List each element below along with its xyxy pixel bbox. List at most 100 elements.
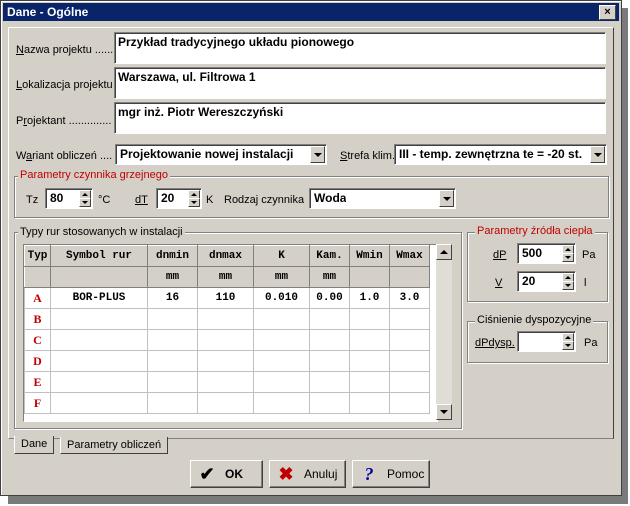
table-cell[interactable]: [197, 371, 254, 393]
row-header[interactable]: C: [24, 329, 51, 351]
nazwa-label: Nazwa projektu ......: [16, 44, 114, 56]
anuluj-label: Anuluj: [304, 467, 338, 481]
v-spinner[interactable]: 20: [517, 271, 576, 292]
table-cell[interactable]: 0.00: [309, 287, 350, 309]
table-cell[interactable]: 110: [197, 287, 254, 309]
rodzaj-select[interactable]: Woda: [309, 188, 456, 209]
table-cell[interactable]: [309, 308, 350, 330]
title-bar[interactable]: Dane - Ogólne ×: [3, 3, 619, 21]
table-cell[interactable]: [147, 350, 198, 372]
spin-down-icon[interactable]: [562, 281, 574, 290]
table-cell[interactable]: 0.010: [253, 287, 310, 309]
column-header[interactable]: Typ: [24, 245, 51, 267]
table-cell[interactable]: [197, 392, 254, 414]
table-cell[interactable]: [389, 329, 430, 351]
spin-down-icon[interactable]: [79, 198, 91, 207]
table-cell[interactable]: [349, 392, 390, 414]
table-cell[interactable]: 3.0: [389, 287, 430, 309]
table-cell[interactable]: [309, 350, 350, 372]
table-cell[interactable]: [197, 308, 254, 330]
nazwa-input[interactable]: Przykład tradycyjnego układu pionowego: [114, 32, 606, 64]
chevron-down-icon[interactable]: [439, 190, 454, 207]
column-header[interactable]: Kam.: [309, 245, 350, 267]
wariant-select[interactable]: Projektowanie nowej instalacji: [115, 144, 327, 165]
table-cell[interactable]: 16: [147, 287, 198, 309]
unit-cell: mm: [197, 266, 254, 288]
table-cell[interactable]: [309, 329, 350, 351]
scroll-down-icon[interactable]: [436, 404, 452, 420]
table-cell[interactable]: [349, 329, 390, 351]
dt-spinner[interactable]: 20: [156, 188, 202, 209]
dp-spinner[interactable]: 500: [517, 243, 576, 264]
tab-parametry-obliczen[interactable]: Parametry obliczeń: [60, 437, 169, 454]
table-cell[interactable]: [147, 371, 198, 393]
table-cell[interactable]: [349, 371, 390, 393]
strefa-label: Strefa klim.: [340, 150, 396, 162]
spin-down-icon[interactable]: [562, 341, 574, 350]
table-cell[interactable]: [389, 392, 430, 414]
dp-value: 500: [522, 246, 543, 260]
table-cell[interactable]: [50, 308, 148, 330]
dpdysp-spinner[interactable]: [517, 331, 576, 352]
spin-down-icon[interactable]: [188, 198, 200, 207]
column-header[interactable]: Wmin: [349, 245, 390, 267]
scroll-up-icon[interactable]: [436, 244, 452, 260]
table-cell[interactable]: [389, 308, 430, 330]
row-header[interactable]: E: [24, 371, 51, 393]
table-cell[interactable]: [309, 371, 350, 393]
table-cell[interactable]: [197, 329, 254, 351]
table-row[interactable]: E: [24, 371, 430, 393]
table-cell[interactable]: [389, 350, 430, 372]
projektant-input[interactable]: mgr inż. Piotr Wereszczyński: [114, 102, 606, 134]
column-header[interactable]: Symbol rur: [50, 245, 148, 267]
table-cell[interactable]: [50, 392, 148, 414]
column-header[interactable]: dnmin: [147, 245, 198, 267]
row-header[interactable]: A: [24, 287, 51, 309]
chevron-down-icon[interactable]: [310, 146, 325, 163]
table-cell[interactable]: [309, 392, 350, 414]
pomoc-button[interactable]: ? Pomoc: [352, 460, 430, 488]
close-button[interactable]: ×: [599, 5, 616, 20]
table-cell[interactable]: 1.0: [349, 287, 390, 309]
column-header[interactable]: K: [253, 245, 310, 267]
table-cell[interactable]: [147, 329, 198, 351]
dt-label: dT: [135, 194, 148, 206]
table-row[interactable]: B: [24, 308, 430, 330]
column-header[interactable]: dnmax: [197, 245, 254, 267]
wariant-value: Projektowanie nowej instalacji: [120, 147, 294, 161]
table-cell[interactable]: [197, 350, 254, 372]
spin-down-icon[interactable]: [562, 253, 574, 262]
tab-dane[interactable]: Dane: [14, 436, 55, 454]
table-row[interactable]: F: [24, 392, 430, 414]
table-row[interactable]: C: [24, 329, 430, 351]
tz-spinner[interactable]: 80: [45, 188, 93, 209]
lokalizacja-input[interactable]: Warszawa, ul. Filtrowa 1: [114, 67, 606, 99]
pipe-grid[interactable]: Typ Symbol rur dnmin dnmax K Kam. Wmin W…: [23, 244, 438, 422]
row-header[interactable]: F: [24, 392, 51, 414]
table-row[interactable]: A BOR-PLUS 16 110 0.010 0.00 1.0 3.0: [24, 287, 430, 309]
table-cell[interactable]: [253, 371, 310, 393]
strefa-select[interactable]: III - temp. zewnętrzna te = -20 st.: [394, 144, 607, 165]
table-cell[interactable]: [50, 329, 148, 351]
row-header[interactable]: B: [24, 308, 51, 330]
table-cell[interactable]: [147, 392, 198, 414]
table-cell[interactable]: [50, 350, 148, 372]
grid-scrollbar[interactable]: [436, 244, 452, 420]
table-cell[interactable]: [253, 392, 310, 414]
column-header[interactable]: Wmax: [389, 245, 430, 267]
table-cell[interactable]: BOR-PLUS: [50, 287, 148, 309]
table-cell[interactable]: [253, 350, 310, 372]
table-cell[interactable]: [147, 308, 198, 330]
table-cell[interactable]: [253, 329, 310, 351]
row-header[interactable]: D: [24, 350, 51, 372]
table-cell[interactable]: [349, 350, 390, 372]
table-cell[interactable]: [253, 308, 310, 330]
table-cell[interactable]: [50, 371, 148, 393]
chevron-down-icon[interactable]: [590, 146, 605, 163]
table-cell[interactable]: [349, 308, 390, 330]
table-cell[interactable]: [389, 371, 430, 393]
v-unit: l: [584, 277, 587, 289]
anuluj-button[interactable]: ✖ Anuluj: [269, 460, 346, 488]
ok-button[interactable]: ✔ OK: [190, 460, 263, 488]
table-row[interactable]: D: [24, 350, 430, 372]
